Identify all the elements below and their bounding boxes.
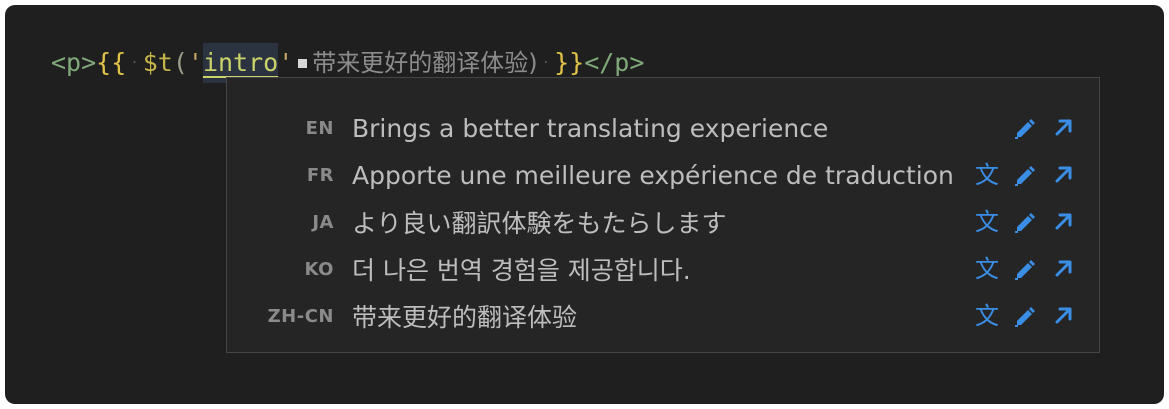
arrow-up-right-icon[interactable] (1049, 161, 1077, 189)
arrow-up-right-icon[interactable] (1049, 114, 1077, 142)
translation-hover-popup: EN Brings a better translating experienc… (226, 77, 1100, 353)
row-actions: 文 (973, 302, 1077, 330)
pencil-icon[interactable] (1011, 302, 1039, 330)
pencil-icon[interactable] (1011, 255, 1039, 283)
row-actions: 文 (973, 208, 1077, 236)
arrow-up-right-icon[interactable] (1049, 255, 1077, 283)
translation-row-ko: KO 더 나은 번역 경험을 제공합니다. 文 (227, 249, 1099, 289)
translate-icon[interactable]: 文 (973, 255, 1001, 283)
pencil-icon[interactable] (1011, 114, 1039, 142)
locale-code: FR (306, 164, 334, 186)
quote-open: ' (187, 48, 203, 77)
row-actions: 文 (973, 114, 1077, 142)
translation-row-ja: JA より良い翻訳体験をもたらします 文 (227, 202, 1099, 242)
translation-row-en: EN Brings a better translating experienc… (227, 108, 1099, 148)
translate-icon[interactable]: 文 (973, 302, 1001, 330)
locale-code: JA (312, 211, 334, 233)
function-name: $t (142, 48, 173, 77)
locale-code: EN (305, 117, 334, 139)
translate-icon[interactable]: 文 (973, 161, 1001, 189)
whitespace-dot: · (130, 55, 139, 71)
translation-text: 더 나은 번역 경험을 제공합니다. (352, 256, 691, 285)
arrow-up-right-icon[interactable] (1049, 208, 1077, 236)
translation-row-fr: FR Apporte une meilleure expérience de t… (227, 155, 1099, 195)
translation-text: Brings a better translating experience (352, 113, 829, 143)
translation-text: より良い翻訳体験をもたらします (352, 209, 727, 238)
row-actions: 文 (973, 161, 1077, 189)
translation-row-zh-cn: ZH-CN 带来更好的翻译体验 文 (227, 296, 1099, 336)
translate-icon[interactable]: 文 (973, 208, 1001, 236)
pencil-icon[interactable] (1011, 161, 1039, 189)
tag-open: <p> (51, 48, 97, 77)
arrow-up-right-icon[interactable] (1049, 302, 1077, 330)
row-actions: 文 (973, 255, 1077, 283)
mustache-open: {{ (96, 48, 127, 77)
paren-open: ( (172, 48, 188, 77)
inline-annotation-marker (298, 58, 308, 68)
translation-text: 带来更好的翻译体验 (352, 303, 578, 332)
locale-code: ZH-CN (267, 305, 334, 327)
editor-panel[interactable]: <p> {{ · $t ( ' intro ' 带来更好的翻译体验) · }} … (5, 5, 1164, 404)
locale-code: KO (304, 258, 334, 280)
translation-text: Apporte une meilleure expérience de trad… (352, 160, 954, 190)
pencil-icon[interactable] (1011, 208, 1039, 236)
